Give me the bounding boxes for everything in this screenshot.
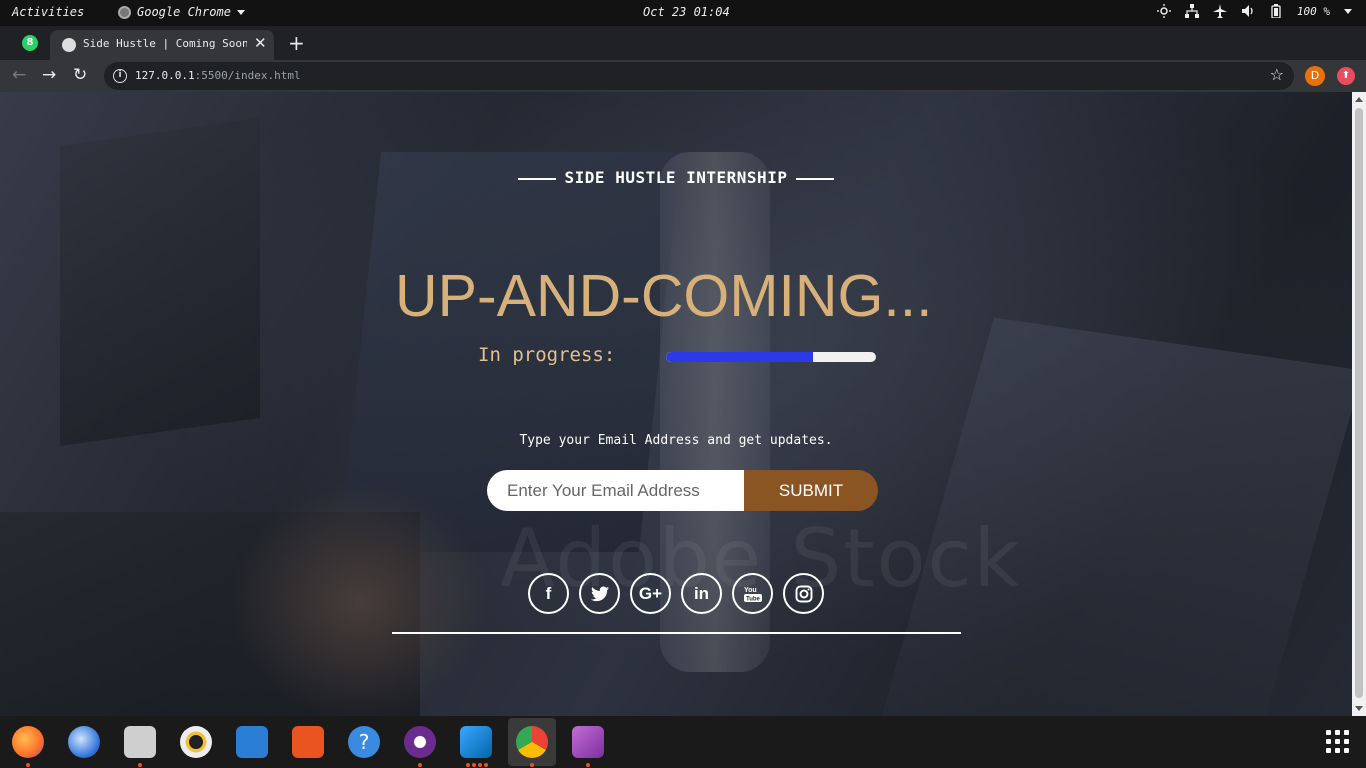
kicker-text: SIDE HUSTLE INTERNSHIP [564,168,788,187]
media-player-icon[interactable] [404,726,436,758]
progress-label: In progress: [478,344,616,366]
tab-strip: 8 Side Hustle | Coming Soon ✕ + [0,26,1366,60]
caret-down-icon [236,9,245,15]
caret-down-icon [1344,8,1352,14]
running-indicator [26,763,30,767]
whatsapp-icon[interactable]: 8 [22,35,38,51]
tab-title: Side Hustle | Coming Soon [83,37,247,50]
running-indicator [586,763,590,767]
extension-icon[interactable]: ⬆ [1337,67,1355,85]
scrollbar-thumb[interactable] [1355,108,1363,698]
video-icon[interactable] [572,726,604,758]
writer-icon[interactable] [236,726,268,758]
page-viewport: Adobe Stock SIDE HUSTLE INTERNSHIP UP-AN… [0,92,1352,716]
network-icon [1184,4,1199,18]
page-title: UP-AND-COMING... [395,263,933,329]
scroll-down-icon[interactable] [1355,706,1363,711]
chrome-icon[interactable] [516,726,548,758]
software-icon[interactable] [292,726,324,758]
kicker-rule-left [517,177,556,180]
thunderbird-icon[interactable] [68,726,100,758]
taskbar-dock: ? [0,716,1366,768]
running-indicator [472,763,476,767]
battery-icon [1269,4,1283,19]
progress-bar-fill [666,352,813,362]
running-indicator [418,763,422,767]
scroll-up-icon[interactable] [1355,97,1363,102]
email-input[interactable] [487,470,745,511]
app-menu[interactable]: Google Chrome [118,5,245,19]
system-tray[interactable]: 100 % [1156,4,1352,19]
profile-avatar[interactable]: D [1305,66,1325,86]
running-indicator [484,763,488,767]
progress-bar [666,352,876,362]
close-icon[interactable]: ✕ [254,34,267,52]
linkedin-icon[interactable]: in [681,573,722,614]
kicker-heading: SIDE HUSTLE INTERNSHIP [0,168,1352,187]
url-path: :5500/index.html [194,69,301,82]
vscode-icon[interactable] [460,726,492,758]
help-icon[interactable]: ? [348,726,380,758]
facebook-icon[interactable]: f [528,573,569,614]
twitter-icon[interactable] [579,573,620,614]
brightness-icon [1156,4,1171,18]
airplane-mode-icon [1212,4,1227,18]
back-icon[interactable]: ← [12,65,26,85]
site-info-icon[interactable]: i [113,69,127,83]
volume-icon [1241,4,1255,18]
files-icon[interactable] [124,726,156,758]
tab-side-hustle[interactable]: Side Hustle | Coming Soon ✕ [50,30,274,60]
bookmark-star-icon[interactable]: ☆ [1270,65,1284,84]
firefox-icon[interactable] [12,726,44,758]
address-bar[interactable]: i 127.0.0.1:5500/index.html ☆ [104,62,1294,90]
new-tab-button[interactable]: + [288,31,305,55]
activities-button[interactable]: Activities [12,5,84,19]
globe-icon [62,38,76,52]
browser-toolbar: ← → ↻ i 127.0.0.1:5500/index.html ☆ D ⬆ [0,60,1366,92]
app-menu-label: Google Chrome [137,5,231,19]
reload-icon[interactable]: ↻ [73,65,87,85]
show-applications-icon[interactable] [1326,730,1350,754]
social-links: f G+ in You Tube [528,573,824,614]
forward-icon[interactable]: → [42,65,56,85]
chrome-icon [118,5,131,19]
rhythmbox-icon[interactable] [180,726,212,758]
url-text[interactable]: 127.0.0.1:5500/index.html [135,69,301,82]
youtube-icon[interactable]: You Tube [732,573,773,614]
kicker-rule-right [796,177,835,180]
footer-divider [392,632,961,634]
system-top-bar: Activities Google Chrome Oct 23 01:04 10… [0,0,1366,26]
svg-text:Tube: Tube [746,596,761,602]
svg-text:You: You [744,587,757,594]
subscribe-prompt: Type your Email Address and get updates. [519,433,833,448]
running-indicator [466,763,470,767]
running-indicator [530,763,534,767]
running-indicator [138,763,142,767]
instagram-icon[interactable] [783,573,824,614]
page-scrollbar[interactable] [1352,92,1366,716]
running-indicator [478,763,482,767]
clock[interactable]: Oct 23 01:04 [643,5,730,19]
url-host: 127.0.0.1 [135,69,195,82]
google-plus-icon[interactable]: G+ [630,573,671,614]
battery-percent: 100 % [1296,4,1330,18]
submit-button[interactable]: SUBMIT [744,470,878,511]
